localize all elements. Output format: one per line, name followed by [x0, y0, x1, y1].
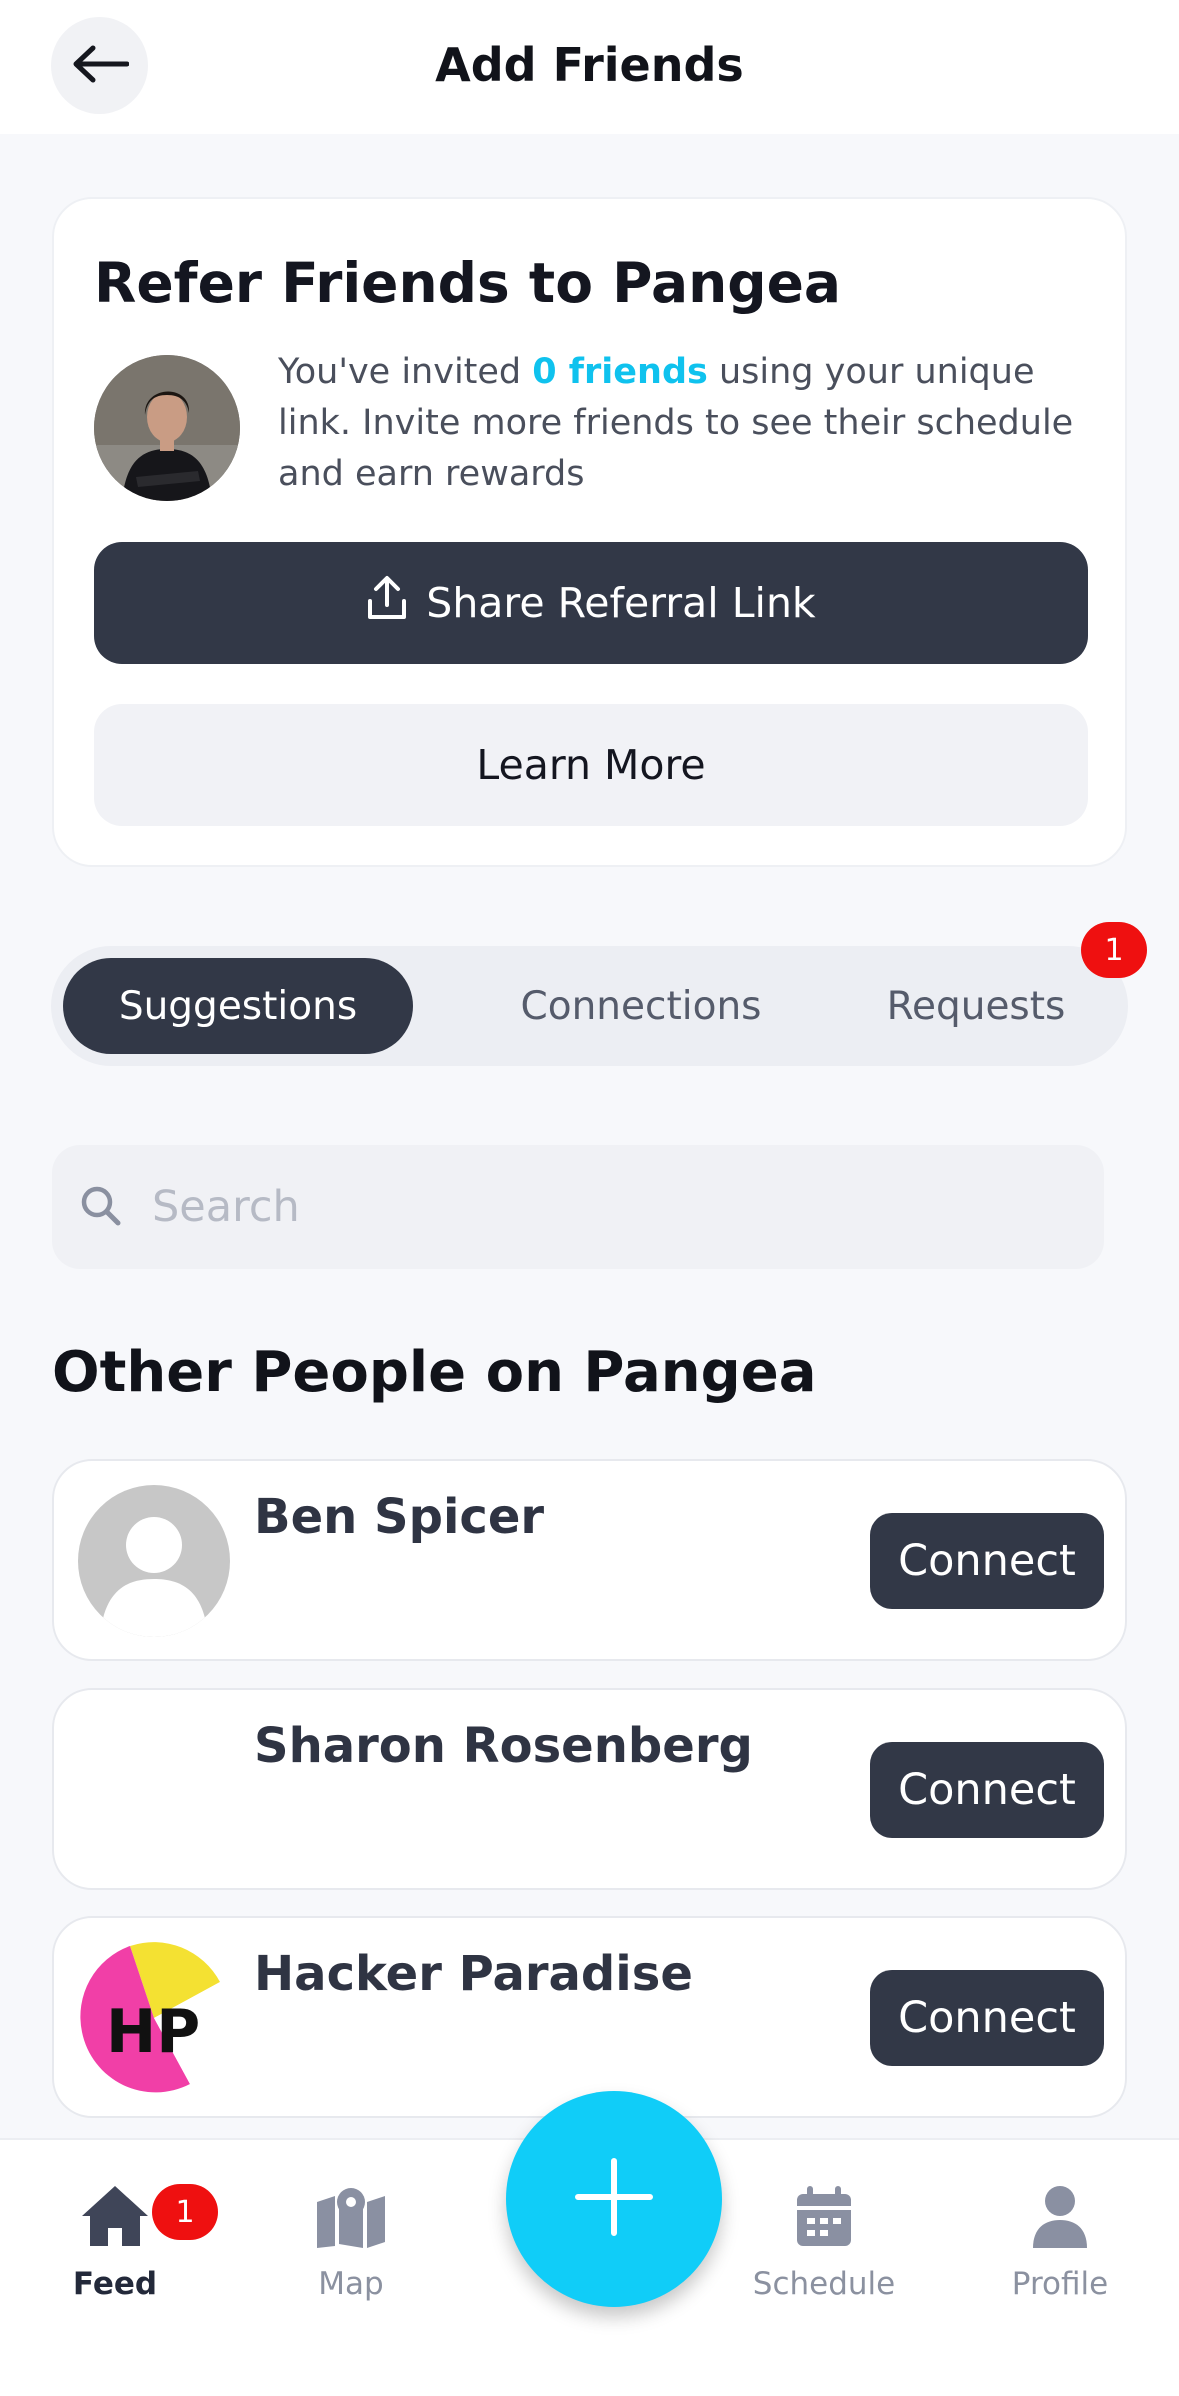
referral-avatar	[94, 355, 240, 501]
nav-schedule-label: Schedule	[752, 2266, 896, 2302]
nav-map-label: Map	[318, 2266, 384, 2302]
feed-badge: 1	[152, 2184, 218, 2240]
list-item: HP Hacker Paradise Connect	[52, 1916, 1127, 2118]
header: Add Friends	[0, 0, 1179, 134]
referral-card: Refer Friends to Pangea You've invited 0…	[52, 197, 1127, 867]
person-name: Hacker Paradise	[254, 1946, 693, 2002]
connect-button[interactable]: Connect	[870, 1513, 1104, 1609]
avatar	[78, 1714, 230, 1866]
nav-feed-label: Feed	[72, 2266, 158, 2302]
tab-suggestions[interactable]: Suggestions	[63, 958, 413, 1054]
tab-connections[interactable]: Connections	[451, 958, 831, 1054]
person-name: Ben Spicer	[254, 1489, 545, 1545]
learn-more-button[interactable]: Learn More	[94, 704, 1088, 826]
share-upload-icon	[366, 575, 408, 631]
connect-button[interactable]: Connect	[870, 1970, 1104, 2066]
referral-description: You've invited 0 friends using your uniq…	[278, 347, 1098, 500]
tab-requests-label: Requests	[886, 983, 1066, 1029]
share-referral-button[interactable]: Share Referral Link	[94, 542, 1088, 664]
referral-text-before: You've invited	[278, 352, 533, 392]
nav-map[interactable]: Map	[261, 2180, 441, 2302]
invited-count: 0 friends	[532, 352, 708, 392]
referral-title: Refer Friends to Pangea	[94, 251, 842, 315]
avatar	[78, 1485, 230, 1637]
connect-button[interactable]: Connect	[870, 1742, 1104, 1838]
learn-more-label: Learn More	[476, 741, 706, 789]
plus-icon	[574, 2157, 654, 2241]
nav-schedule[interactable]: Schedule	[734, 2180, 914, 2302]
section-title: Other People on Pangea	[52, 1340, 817, 1405]
search-input[interactable]	[152, 1145, 1082, 1269]
search-bar	[52, 1145, 1104, 1269]
hacker-paradise-logo: HP	[78, 1942, 230, 2094]
list-item: Ben Spicer Connect	[52, 1459, 1127, 1661]
list-item: Sharon Rosenberg Connect	[52, 1688, 1127, 1890]
nav-profile-label: Profile	[1011, 2266, 1109, 2302]
friends-tabs: Suggestions Connections Requests	[51, 946, 1128, 1066]
tab-requests[interactable]: Requests	[831, 958, 1121, 1054]
share-referral-label: Share Referral Link	[426, 579, 816, 627]
logo-text: HP	[106, 1997, 200, 2067]
add-button[interactable]	[506, 2091, 722, 2307]
tab-connections-label: Connections	[520, 983, 762, 1029]
home-icon	[80, 2184, 150, 2252]
requests-badge: 1	[1081, 922, 1147, 978]
calendar-icon	[795, 2184, 853, 2252]
profile-icon	[1031, 2184, 1089, 2252]
search-icon	[78, 1183, 124, 1233]
person-name: Sharon Rosenberg	[254, 1718, 753, 1774]
nav-profile[interactable]: Profile	[970, 2180, 1150, 2302]
page-title: Add Friends	[435, 38, 744, 92]
tab-suggestions-label: Suggestions	[118, 983, 358, 1029]
map-icon	[315, 2186, 387, 2252]
